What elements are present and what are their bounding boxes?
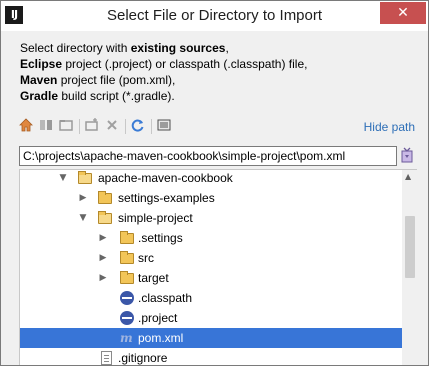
folder-icon	[98, 191, 112, 204]
project-icon[interactable]	[37, 117, 55, 135]
toolbar-separator	[151, 119, 152, 134]
tree-item-project[interactable]: .project	[20, 308, 402, 328]
close-button[interactable]: ✕	[380, 2, 426, 24]
eclipse-file-icon	[120, 291, 134, 305]
toolbar-separator	[125, 119, 126, 134]
tree-item-simple-project[interactable]: ▼ simple-project	[20, 208, 402, 228]
tree-item-settings[interactable]: ▶ .settings	[20, 228, 402, 248]
path-history-icon[interactable]	[400, 147, 414, 164]
tree-item-apache-maven-cookbook[interactable]: ▼ apache-maven-cookbook	[20, 170, 402, 188]
expanded-arrow-icon[interactable]: ▼	[58, 170, 68, 188]
collapsed-arrow-icon[interactable]: ▶	[98, 248, 108, 268]
eclipse-file-icon	[120, 311, 134, 325]
folder-icon	[120, 231, 134, 244]
dialog-description: Select directory with existing sources, …	[20, 40, 420, 104]
collapsed-arrow-icon[interactable]: ▶	[78, 188, 88, 208]
tree-scrollbar[interactable]: ▲	[402, 170, 417, 365]
folder-icon	[120, 271, 134, 284]
description-line-3: Maven project file (pom.xml),	[20, 73, 176, 87]
desktop-icon[interactable]	[57, 117, 75, 135]
hide-path-link[interactable]: Hide path	[364, 120, 415, 134]
description-line-4: Gradle build script (*.gradle).	[20, 89, 175, 103]
collapsed-arrow-icon[interactable]: ▶	[98, 268, 108, 288]
maven-file-icon: m	[120, 331, 133, 345]
tree-item-src[interactable]: ▶ src	[20, 248, 402, 268]
scroll-up-arrow-icon[interactable]: ▲	[405, 172, 411, 181]
tree-item-classpath[interactable]: .classpath	[20, 288, 402, 308]
tree-item-pom-xml[interactable]: m pom.xml	[20, 328, 402, 348]
description-line-1: Select directory with existing sources,	[20, 41, 229, 55]
title-bar[interactable]: IJ Select File or Directory to Import ✕	[1, 1, 428, 31]
file-chooser-toolbar: Hide path	[17, 117, 417, 137]
folder-icon	[78, 171, 92, 184]
home-icon[interactable]	[17, 117, 35, 135]
text-file-icon	[101, 351, 112, 365]
refresh-icon[interactable]	[129, 117, 147, 135]
expanded-arrow-icon[interactable]: ▼	[78, 208, 88, 228]
delete-icon[interactable]	[103, 117, 121, 135]
toolbar-separator	[79, 119, 80, 134]
tree-item-settings-examples[interactable]: ▶ settings-examples	[20, 188, 402, 208]
tree-item-target[interactable]: ▶ target	[20, 268, 402, 288]
window-title: Select File or Directory to Import	[106, 7, 323, 24]
path-input[interactable]: C:\projects\apache-maven-cookbook\simple…	[19, 146, 397, 166]
import-dialog: IJ Select File or Directory to Import ✕ …	[0, 0, 429, 366]
scroll-thumb[interactable]	[405, 216, 415, 278]
new-folder-icon[interactable]	[83, 117, 101, 135]
folder-icon	[98, 211, 112, 224]
description-line-2: Eclipse project (.project) or classpath …	[20, 57, 308, 71]
collapsed-arrow-icon[interactable]: ▶	[98, 228, 108, 248]
file-tree[interactable]: ▼ apache-maven-cookbook ▶ settings-examp…	[19, 169, 417, 365]
show-hidden-icon[interactable]	[155, 117, 173, 135]
folder-icon	[120, 251, 134, 264]
tree-item-gitignore[interactable]: .gitignore	[20, 348, 402, 365]
